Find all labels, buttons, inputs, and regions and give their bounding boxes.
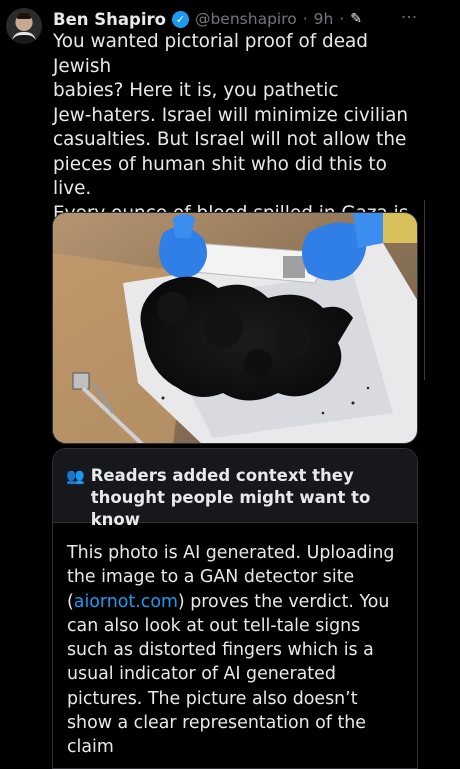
separator-dot-2: · (339, 10, 345, 28)
scrollbar[interactable] (424, 200, 428, 380)
note-source-link[interactable]: aiornot.com (74, 592, 178, 612)
author-handle[interactable]: @benshapiro (195, 10, 297, 28)
author-name[interactable]: Ben Shapiro (53, 10, 166, 29)
community-note-header: 👥 Readers added context they thought peo… (53, 449, 417, 529)
avatar-suit (12, 32, 36, 44)
avatar[interactable] (6, 8, 42, 44)
separator-dot: · (302, 10, 308, 28)
edit-pencil-icon: ✎ (350, 11, 363, 27)
more-dots-icon[interactable]: ⋮ (400, 9, 419, 24)
avatar-hair (17, 13, 31, 19)
community-note-title: Readers added context they thought peopl… (90, 466, 371, 529)
community-note: 👥 Readers added context they thought peo… (52, 448, 418, 769)
post-time[interactable]: 9h (314, 10, 334, 28)
tweet-media[interactable] (52, 212, 418, 444)
verified-badge-icon: ✓ (171, 10, 189, 28)
tweet[interactable]: Ben Shapiro ✓ @benshapiro · 9h · ✎ ⋮ You… (0, 0, 460, 769)
people-icon: 👥 (66, 467, 85, 485)
tweet-header: Ben Shapiro ✓ @benshapiro · 9h · ✎ (53, 8, 362, 30)
media-image (53, 213, 417, 443)
note-text-end: ) proves the verdict. You can also look … (67, 591, 390, 758)
community-note-body: This photo is AI generated. Uploading th… (53, 523, 417, 760)
